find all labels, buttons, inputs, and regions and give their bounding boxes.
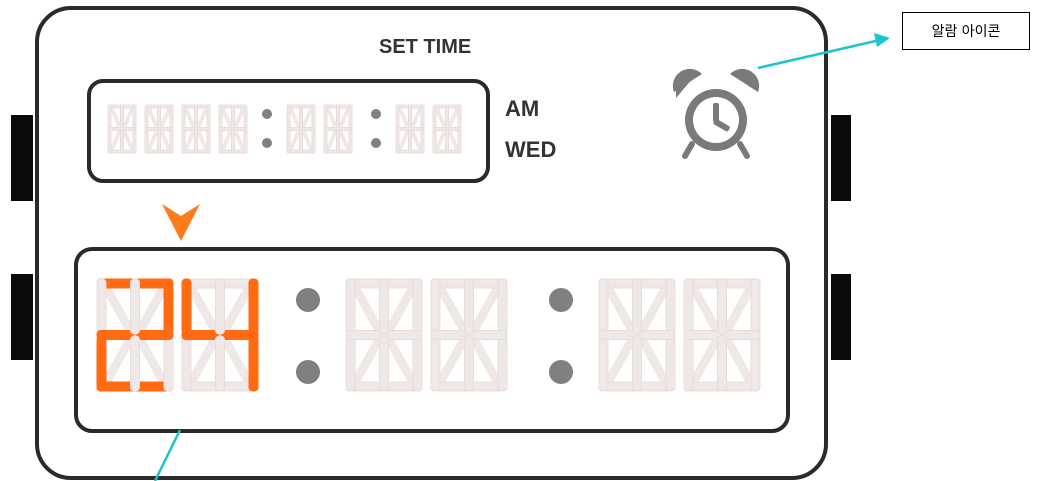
small-second-digit <box>432 104 462 154</box>
second-digit <box>683 278 761 392</box>
small-minute-digit <box>286 104 316 154</box>
second-digit <box>598 278 676 392</box>
set-time-digits <box>96 278 761 392</box>
alarm-clock-icon[interactable] <box>672 68 760 159</box>
small-hour-digit <box>144 104 174 154</box>
minute-digit <box>430 278 508 392</box>
overlay-graphics <box>96 33 890 481</box>
alarm-icon-callout: 알람 아이콘 <box>902 12 1030 50</box>
hour-digit <box>181 278 259 392</box>
small-colon-2 <box>371 109 381 148</box>
display-callout-line <box>153 429 182 481</box>
small-minute-digit <box>323 104 353 154</box>
big-colon-2 <box>549 288 573 384</box>
small-hour-digit <box>218 104 248 154</box>
big-colon-1 <box>296 288 320 384</box>
small-colon-1 <box>262 109 272 148</box>
small-hour-digit <box>181 104 211 154</box>
small-hour-digit <box>107 104 137 154</box>
alarm-callout-line <box>757 38 881 70</box>
alarm-callout-arrowhead <box>874 33 890 47</box>
hour-digit <box>96 278 174 392</box>
current-time-digits <box>107 104 462 154</box>
small-second-digit <box>395 104 425 154</box>
minute-digit <box>345 278 423 392</box>
